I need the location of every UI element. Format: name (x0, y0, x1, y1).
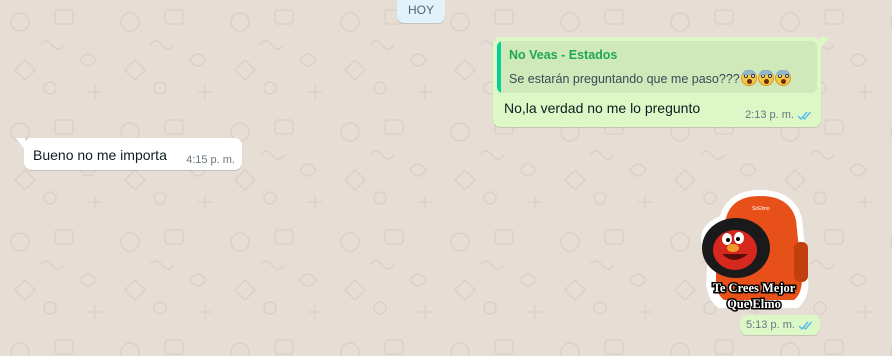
message-bubble-incoming[interactable]: Bueno no me importa 4:15 p. m. (16, 138, 242, 170)
date-chip-label: HOY (407, 3, 434, 17)
message-meta: 2:13 p. m. (745, 109, 813, 121)
message-time: 4:15 p. m. (186, 154, 235, 166)
screaming-face-emoji-icon (757, 70, 774, 86)
message-text: No,la verdad no me lo pregunto (504, 100, 701, 116)
double-check-read-icon (798, 321, 812, 330)
quote-text: Se estarán preguntando que me paso??? (509, 72, 740, 86)
message-text: Bueno no me importa (33, 147, 167, 163)
sticker-caption-line2: Que Elmo (727, 297, 781, 311)
message-time: 2:13 p. m. (745, 109, 794, 121)
quote-text-row: Se estarán preguntando que me paso??? (509, 70, 791, 86)
sticker-small-text: SirElmo (752, 206, 770, 212)
sticker-caption-line1: Te Crees Mejor (713, 281, 796, 295)
quoted-message[interactable]: No Veas - Estados Se estarán preguntando… (497, 41, 817, 93)
quote-author: No Veas - Estados (509, 48, 618, 62)
sticker-meta: 5:13 p. m. (740, 315, 820, 335)
message-bubble-outgoing[interactable]: No Veas - Estados Se estarán preguntando… (493, 37, 829, 127)
screaming-face-emoji-icon (774, 70, 791, 86)
sticker-message[interactable]: SirElmo Te Crees Mejor Que Elmo (690, 186, 818, 314)
quote-accent-bar (497, 41, 501, 93)
message-meta: 4:15 p. m. (186, 154, 235, 166)
among-us-elmo-sticker-icon: SirElmo Te Crees Mejor Que Elmo (700, 190, 809, 313)
message-time: 5:13 p. m. (746, 319, 795, 331)
bubble-tail (820, 37, 829, 49)
bubble-tail (16, 138, 25, 150)
double-check-read-icon (797, 111, 812, 120)
screaming-face-emoji-icon (740, 70, 757, 86)
date-chip: HOY (397, 0, 445, 23)
